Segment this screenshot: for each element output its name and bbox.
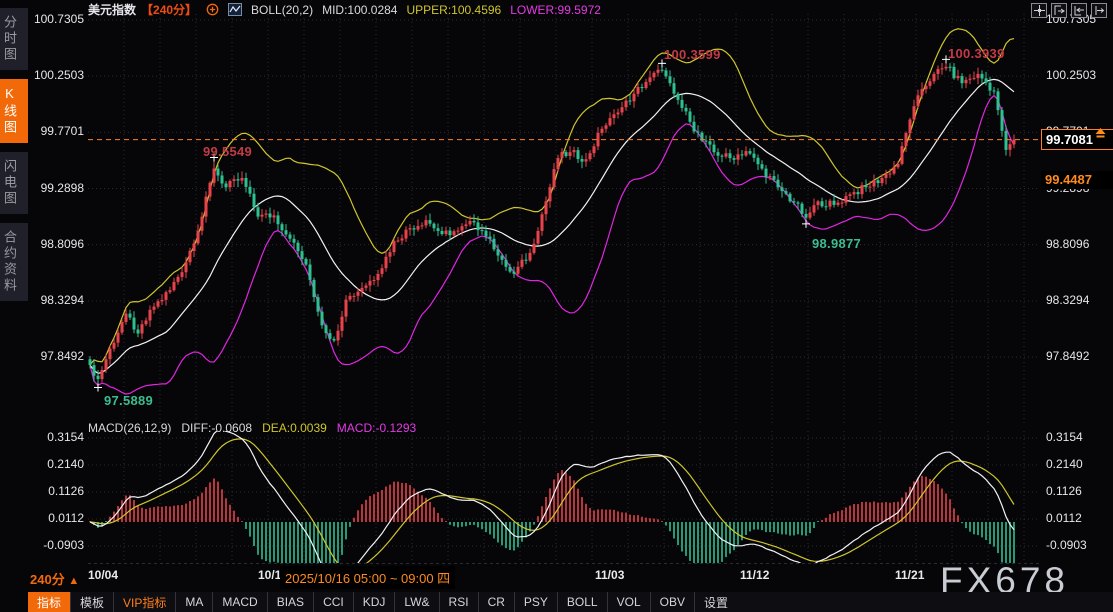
toolbar-item-rsi[interactable]: RSI (439, 592, 478, 612)
y-axis-tick-label: 100.2503 (1046, 68, 1096, 83)
y-axis-tick-label: 99.2898 (28, 181, 84, 196)
toolbar-item-macd[interactable]: MACD (212, 592, 266, 612)
triangle-up-icon: ▲ (68, 575, 79, 587)
sidebar-tab-timeshare[interactable]: 分时图 (0, 8, 28, 70)
price-up-arrow-icon (1094, 125, 1107, 143)
x-axis-tick-label: 11/12 (740, 568, 769, 582)
crosshair-icon[interactable] (1031, 3, 1047, 18)
indicator-toolbar: 指标 模板 VIP指标 MA MACD BIAS CCI KDJ LW& RSI… (28, 592, 1113, 612)
macd-bar-value: MACD:-0.1293 (337, 421, 416, 436)
kline-style-icon[interactable] (228, 3, 242, 16)
x-axis-tick-label: 11/21 (895, 568, 924, 582)
toolbar-item-kdj[interactable]: KDJ (353, 592, 395, 612)
toolbar-item-boll[interactable]: BOLL (557, 592, 607, 612)
sidebar-tab-label: K线图 (2, 86, 17, 136)
price-annotation: 97.5889 (104, 393, 153, 408)
y-axis-tick-label: 98.3294 (1046, 293, 1089, 308)
y-axis-tick-label: 97.8492 (28, 349, 84, 364)
chart-legend: 美元指数 【240分】 BOLL(20,2) MID:100.0284 UPPE… (88, 2, 601, 17)
chart-type-sidebar: 分时图 K线图 闪电图 合约资料 (0, 0, 28, 612)
x-axis-tick-label: 10/04 (88, 568, 118, 582)
macd-axis-tick-label: 0.0112 (1046, 511, 1082, 526)
macd-axis-tick-label: 0.3154 (28, 430, 84, 445)
boll-mid-value: MID:100.0284 (322, 3, 397, 17)
macd-legend: MACD(26,12,9) DIFF:-0.0608 DEA:0.0039 MA… (88, 421, 416, 436)
pan-right-icon[interactable] (1091, 3, 1107, 18)
price-annotation: 99.5549 (203, 144, 252, 159)
sidebar-tab-lightning[interactable]: 闪电图 (0, 152, 28, 214)
symbol-name: 美元指数 (88, 1, 136, 18)
y-axis-tick-label: 100.2503 (28, 68, 84, 83)
macd-axis-tick-label: 0.2140 (1046, 457, 1083, 472)
toolbar-item-bias[interactable]: BIAS (267, 592, 313, 612)
macd-axis-tick-label: 0.3154 (1046, 430, 1083, 445)
macd-axis-tick-label: -0.0903 (28, 538, 84, 553)
macd-axis-tick-label: 0.0112 (28, 511, 84, 526)
sidebar-tab-contract-info[interactable]: 合约资料 (0, 223, 28, 301)
toolbar-item-cr[interactable]: CR (478, 592, 514, 612)
toolbar-item-obv[interactable]: OBV (650, 592, 694, 612)
macd-diff-value: DIFF:-0.0608 (181, 421, 252, 436)
zoom-out-icon[interactable] (1051, 3, 1067, 18)
period-badge[interactable]: 【240分】 (141, 1, 197, 18)
toolbar-item-psy[interactable]: PSY (514, 592, 557, 612)
macd-axis-tick-label: 0.1126 (28, 484, 84, 499)
secondary-price-label: 99.4487 (1041, 171, 1113, 189)
add-indicator-icon[interactable] (206, 3, 219, 16)
boll-upper-value: UPPER:100.4596 (406, 3, 501, 17)
y-axis-tick-label: 97.8492 (1046, 349, 1089, 364)
sidebar-tab-kline[interactable]: K线图 (0, 79, 28, 143)
y-axis-tick-label: 98.3294 (28, 293, 84, 308)
toolbar-item-ma[interactable]: MA (175, 592, 212, 612)
toolbar-item-cci[interactable]: CCI (313, 592, 353, 612)
bar-date-tooltip: 2025/10/16 05:00 ~ 09:00 四 (280, 566, 455, 589)
boll-lower-value: LOWER:99.5972 (510, 3, 601, 17)
price-chart-canvas[interactable] (0, 0, 1113, 612)
toolbar-item-lw[interactable]: LW& (394, 592, 438, 612)
sidebar-tab-label: 闪电图 (2, 159, 17, 207)
macd-axis-tick-label: 0.2140 (28, 457, 84, 472)
macd-axis-tick-label: 0.1126 (1046, 484, 1082, 499)
chart-tool-icons (1031, 3, 1107, 18)
y-axis-tick-label: 98.8096 (28, 237, 84, 252)
macd-dea-value: DEA:0.0039 (262, 421, 327, 436)
toolbar-item-indicator[interactable]: 指标 (28, 592, 70, 612)
y-axis-tick-label: 100.7305 (28, 12, 84, 27)
app-window: 分时图 K线图 闪电图 合约资料 美元指数 【240分】 BOLL(20,2) (0, 0, 1113, 612)
y-axis-tick-label: 98.8096 (1046, 237, 1089, 252)
macd-label: MACD(26,12,9) (88, 421, 171, 436)
price-annotation: 98.9877 (812, 236, 861, 251)
price-annotation: 100.3939 (948, 46, 1005, 61)
x-axis-tick-label: 10/1 (258, 568, 281, 582)
toolbar-item-template[interactable]: 模板 (70, 592, 113, 612)
macd-axis-tick-label: -0.0903 (1046, 538, 1087, 553)
y-axis-tick-label: 99.7701 (28, 124, 84, 139)
toolbar-item-vol[interactable]: VOL (607, 592, 650, 612)
sidebar-tab-label: 合约资料 (2, 230, 17, 294)
footer-period-text: 240分 (30, 572, 65, 587)
sidebar-tab-label: 分时图 (2, 15, 17, 63)
chart-area: 美元指数 【240分】 BOLL(20,2) MID:100.0284 UPPE… (0, 0, 1113, 612)
price-annotation: 100.3599 (664, 47, 721, 62)
zoom-in-icon[interactable] (1071, 3, 1087, 18)
boll-label: BOLL(20,2) (251, 3, 313, 17)
x-axis-tick-label: 11/03 (595, 568, 624, 582)
footer-period-selector[interactable]: 240分 ▲ (30, 569, 79, 588)
toolbar-item-vip-indicator[interactable]: VIP指标 (113, 592, 175, 612)
toolbar-item-settings[interactable]: 设置 (694, 592, 737, 612)
